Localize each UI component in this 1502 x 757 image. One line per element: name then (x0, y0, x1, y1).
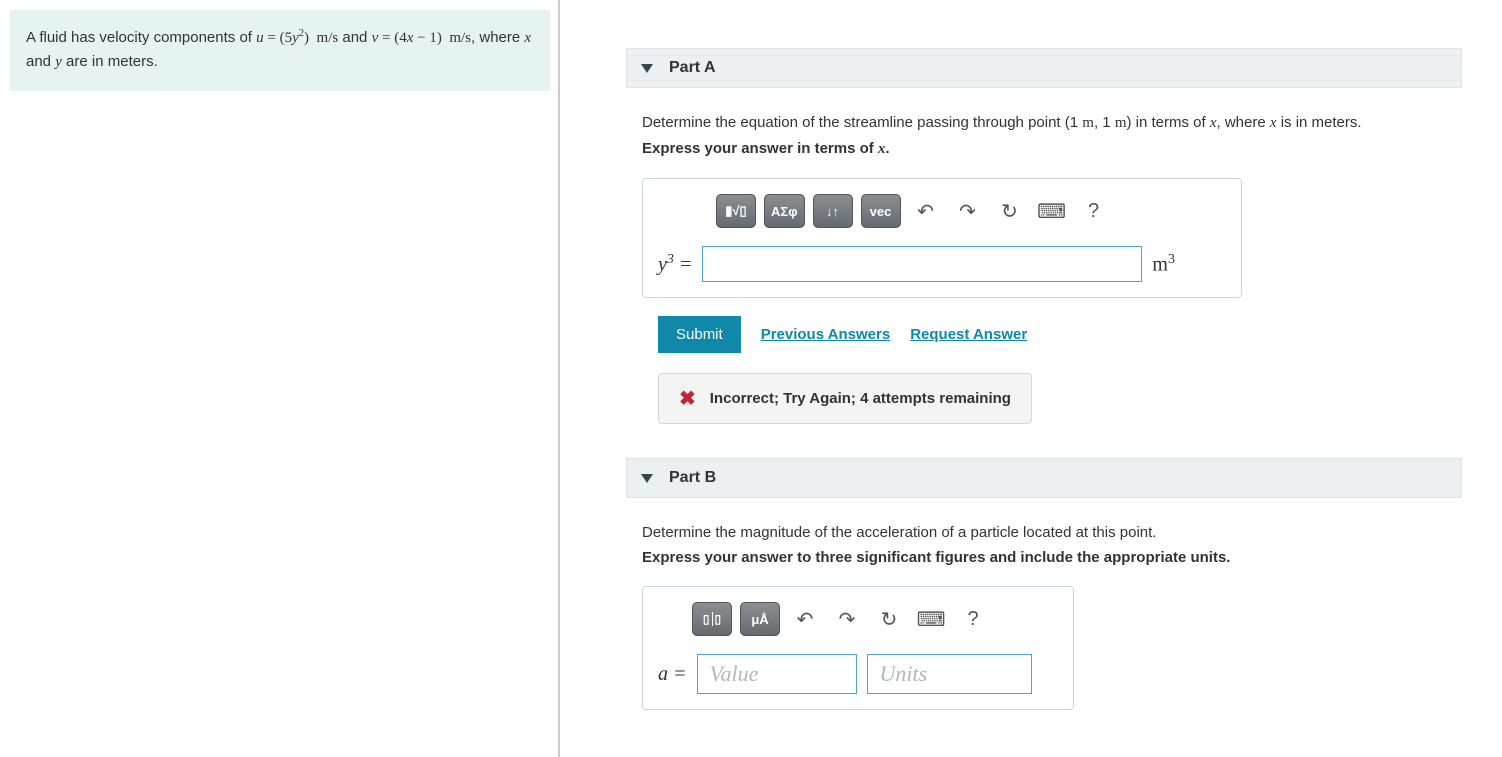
part-a-answer-panel: ▮√▯ ΑΣφ ↓↑ vec ↶ ↷ ↻ ⌨ ? y3 = m3 (642, 178, 1242, 298)
chevron-down-icon (641, 64, 653, 73)
part-b-value-input[interactable]: Value (697, 654, 857, 694)
help-icon[interactable]: ? (956, 604, 990, 634)
part-b-header[interactable]: Part B (626, 458, 1462, 498)
reset-icon[interactable]: ↻ (993, 196, 1027, 226)
question-text: A fluid has velocity components of u = (… (10, 10, 550, 91)
part-b-instruction: Determine the magnitude of the accelerat… (642, 524, 1460, 541)
part-b-express: Express your answer to three significant… (642, 549, 1460, 566)
templates-button[interactable]: ▮√▯ (716, 194, 756, 228)
previous-answers-link[interactable]: Previous Answers (761, 326, 891, 343)
keyboard-icon[interactable]: ⌨ (1035, 196, 1069, 226)
subsup-button[interactable]: ↓↑ (813, 194, 853, 228)
part-b-lhs: a = (658, 663, 687, 686)
part-b-title: Part B (669, 469, 716, 487)
part-b-units-input[interactable]: Units (867, 654, 1032, 694)
redo-icon[interactable]: ↷ (951, 196, 985, 226)
part-a-lhs: y3 = (658, 252, 692, 277)
reset-icon[interactable]: ↻ (872, 604, 906, 634)
part-a-answer-input[interactable] (702, 246, 1142, 282)
chevron-down-icon (641, 474, 653, 483)
incorrect-icon: ✖ (679, 386, 696, 411)
units-menu-button[interactable]: μÅ (740, 602, 780, 636)
part-a-header[interactable]: Part A (626, 48, 1462, 88)
part-b-answer-panel: ▯▯ μÅ ↶ ↷ ↻ ⌨ ? a = Value Units (642, 586, 1074, 710)
request-answer-link[interactable]: Request Answer (910, 326, 1027, 343)
undo-icon[interactable]: ↶ (788, 604, 822, 634)
vector-button[interactable]: vec (861, 194, 901, 228)
greek-button[interactable]: ΑΣφ (764, 194, 805, 228)
part-a-toolbar: ▮√▯ ΑΣφ ↓↑ vec ↶ ↷ ↻ ⌨ ? (716, 194, 1226, 228)
part-a-unit: m3 (1152, 252, 1175, 277)
feedback-box: ✖ Incorrect; Try Again; 4 attempts remai… (658, 373, 1032, 424)
vertical-divider (558, 0, 560, 757)
feedback-text: Incorrect; Try Again; 4 attempts remaini… (710, 390, 1011, 407)
part-a-express: Express your answer in terms of x. (642, 140, 1460, 158)
keyboard-icon[interactable]: ⌨ (914, 604, 948, 634)
redo-icon[interactable]: ↷ (830, 604, 864, 634)
undo-icon[interactable]: ↶ (909, 196, 943, 226)
part-b-toolbar: ▯▯ μÅ ↶ ↷ ↻ ⌨ ? (692, 602, 1058, 636)
part-a-title: Part A (669, 59, 716, 77)
help-icon[interactable]: ? (1077, 196, 1111, 226)
part-a-instruction: Determine the equation of the streamline… (642, 114, 1460, 132)
frac-button[interactable]: ▯▯ (692, 602, 732, 636)
submit-button[interactable]: Submit (658, 316, 741, 353)
